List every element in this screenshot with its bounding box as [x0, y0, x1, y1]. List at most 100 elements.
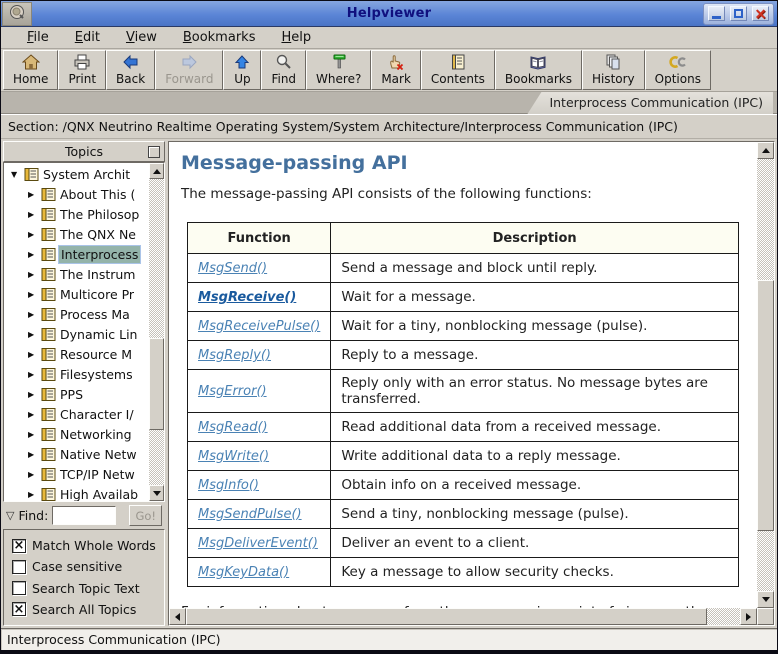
tree-scroll-down-button[interactable]	[149, 485, 164, 501]
function-link[interactable]: MsgReply()	[198, 348, 271, 363]
tree-item-process-ma[interactable]: ▶Process Ma	[4, 304, 148, 324]
function-link[interactable]: MsgRead()	[198, 420, 268, 435]
triangle-right-icon[interactable]: ▶	[28, 450, 41, 459]
triangle-right-icon[interactable]: ▶	[28, 270, 41, 279]
scroll-down-button[interactable]	[757, 591, 774, 608]
triangle-right-icon[interactable]: ▶	[28, 470, 41, 479]
tree-item-character-i[interactable]: ▶Character I/	[4, 404, 148, 424]
triangle-right-icon[interactable]: ▶	[28, 370, 41, 379]
tree-item-high-availab[interactable]: ▶High Availab	[4, 484, 148, 502]
toolbar-button-label: Find	[271, 72, 296, 86]
function-description: Key a message to allow security checks.	[331, 558, 739, 587]
close-button[interactable]: ✕	[752, 6, 769, 21]
horizontal-scroll-thumb[interactable]	[186, 608, 707, 625]
triangle-right-icon[interactable]: ▶	[28, 350, 41, 359]
find-go-button[interactable]: Go!	[129, 505, 162, 526]
table-row: MsgKeyData() Key a message to allow secur…	[188, 558, 739, 587]
home-button[interactable]: Home	[3, 50, 58, 90]
function-link[interactable]: MsgWrite()	[198, 449, 269, 464]
tree-item-about-this[interactable]: ▶About This (	[4, 184, 148, 204]
minimize-button[interactable]	[708, 6, 725, 21]
function-link[interactable]: MsgSendPulse()	[198, 507, 302, 522]
menu-bookmarks[interactable]: Bookmarks	[171, 28, 268, 47]
tree-item-dynamic-lin[interactable]: ▶Dynamic Lin	[4, 324, 148, 344]
menu-help[interactable]: Help	[269, 28, 323, 47]
horizontal-scroll-track[interactable]	[186, 608, 740, 625]
tree-item-pps[interactable]: ▶PPS	[4, 384, 148, 404]
vertical-scroll-thumb[interactable]	[757, 280, 774, 531]
tree-item-the-philosop[interactable]: ▶The Philosop	[4, 204, 148, 224]
tree-scroll-up-button[interactable]	[149, 163, 164, 179]
mark-button[interactable]: Mark	[371, 50, 421, 90]
function-link[interactable]: MsgReceivePulse()	[198, 319, 320, 334]
title-bar[interactable]: Helpviewer ✕	[1, 1, 777, 27]
triangle-right-icon[interactable]: ▶	[28, 250, 41, 259]
tree-item-resource-m[interactable]: ▶Resource M	[4, 344, 148, 364]
function-link[interactable]: MsgDeliverEvent()	[198, 536, 318, 551]
scroll-up-button[interactable]	[757, 142, 774, 159]
function-description: Deliver an event to a client.	[331, 529, 739, 558]
menu-edit[interactable]: Edit	[63, 28, 112, 47]
triangle-right-icon[interactable]: ▶	[28, 310, 41, 319]
topics-pane-header[interactable]: Topics	[3, 141, 165, 162]
tree-scroll-thumb[interactable]	[149, 338, 164, 430]
forward-button[interactable]: Forward	[155, 50, 223, 90]
triangle-right-icon[interactable]: ▶	[28, 210, 41, 219]
collapse-find-icon[interactable]: ▽	[6, 509, 14, 522]
vertical-scroll-track[interactable]	[757, 159, 774, 591]
tree-item-the-instrum[interactable]: ▶The Instrum	[4, 264, 148, 284]
triangle-right-icon[interactable]: ▶	[28, 490, 41, 499]
back-button[interactable]: Back	[106, 50, 155, 90]
find-input[interactable]	[52, 506, 116, 525]
option-case-sensitive[interactable]: Case sensitive	[12, 559, 162, 574]
maximize-button[interactable]	[730, 6, 747, 21]
triangle-right-icon[interactable]: ▶	[28, 190, 41, 199]
menu-file[interactable]: File	[15, 28, 61, 47]
print-button[interactable]: Print	[58, 50, 106, 90]
options-button[interactable]: Options	[645, 50, 711, 90]
tree-item-system-archit[interactable]: ▼System Archit	[4, 164, 148, 184]
function-link[interactable]: MsgKeyData()	[198, 565, 289, 580]
up-button[interactable]: Up	[223, 50, 261, 90]
tree-scroll-track[interactable]	[149, 179, 164, 485]
option-search-topic-text[interactable]: Search Topic Text	[12, 581, 162, 596]
triangle-right-icon[interactable]: ▶	[28, 430, 41, 439]
contents-button[interactable]: Contents	[421, 50, 495, 90]
menu-view[interactable]: View	[114, 28, 169, 47]
tree-item-the-qnx-ne[interactable]: ▶The QNX Ne	[4, 224, 148, 244]
tree-item-native-netw[interactable]: ▶Native Netw	[4, 444, 148, 464]
checkbox-icon[interactable]: ×	[12, 539, 26, 553]
option-search-all-topics[interactable]: ×Search All Topics	[12, 602, 162, 617]
triangle-right-icon[interactable]: ▶	[28, 410, 41, 419]
find-button[interactable]: Find	[261, 50, 306, 90]
detach-pane-icon[interactable]	[148, 146, 160, 158]
tree-item-tcp-ip-netw[interactable]: ▶TCP/IP Netw	[4, 464, 148, 484]
bookmarks-button[interactable]: Bookmarks	[495, 50, 582, 90]
function-link[interactable]: MsgError()	[198, 384, 267, 399]
triangle-right-icon[interactable]: ▶	[28, 330, 41, 339]
history-button[interactable]: History	[582, 50, 645, 90]
tree-item-interprocess[interactable]: ▶Interprocess	[4, 244, 148, 264]
table-row: MsgWrite()Write additional data to a rep…	[188, 442, 739, 471]
triangle-right-icon[interactable]: ▶	[28, 290, 41, 299]
checkbox-icon[interactable]	[12, 581, 26, 595]
triangle-right-icon[interactable]: ▶	[28, 390, 41, 399]
tree-item-filesystems[interactable]: ▶Filesystems	[4, 364, 148, 384]
function-link[interactable]: MsgReceive()	[198, 290, 296, 305]
triangle-down-icon[interactable]: ▼	[11, 170, 24, 179]
checkbox-icon[interactable]	[12, 560, 26, 574]
tab-interprocess-communication[interactable]: Interprocess Communication (IPC)	[527, 92, 773, 114]
topics-sidebar: Topics ▼System Archit▶About This (▶The P…	[3, 141, 165, 626]
tree-item-networking[interactable]: ▶Networking	[4, 424, 148, 444]
scroll-left-button[interactable]	[169, 608, 186, 625]
scroll-right-button[interactable]	[740, 608, 757, 625]
function-link[interactable]: MsgInfo()	[198, 478, 259, 493]
function-column-header: Function	[188, 223, 331, 254]
where-button[interactable]: Where?	[306, 50, 371, 90]
checkbox-icon[interactable]: ×	[12, 602, 26, 616]
checkbox-label: Search Topic Text	[32, 581, 140, 596]
function-link[interactable]: MsgSend()	[198, 261, 267, 276]
tree-item-multicore-pr[interactable]: ▶Multicore Pr	[4, 284, 148, 304]
triangle-right-icon[interactable]: ▶	[28, 230, 41, 239]
option-match-whole-words[interactable]: ×Match Whole Words	[12, 538, 162, 553]
